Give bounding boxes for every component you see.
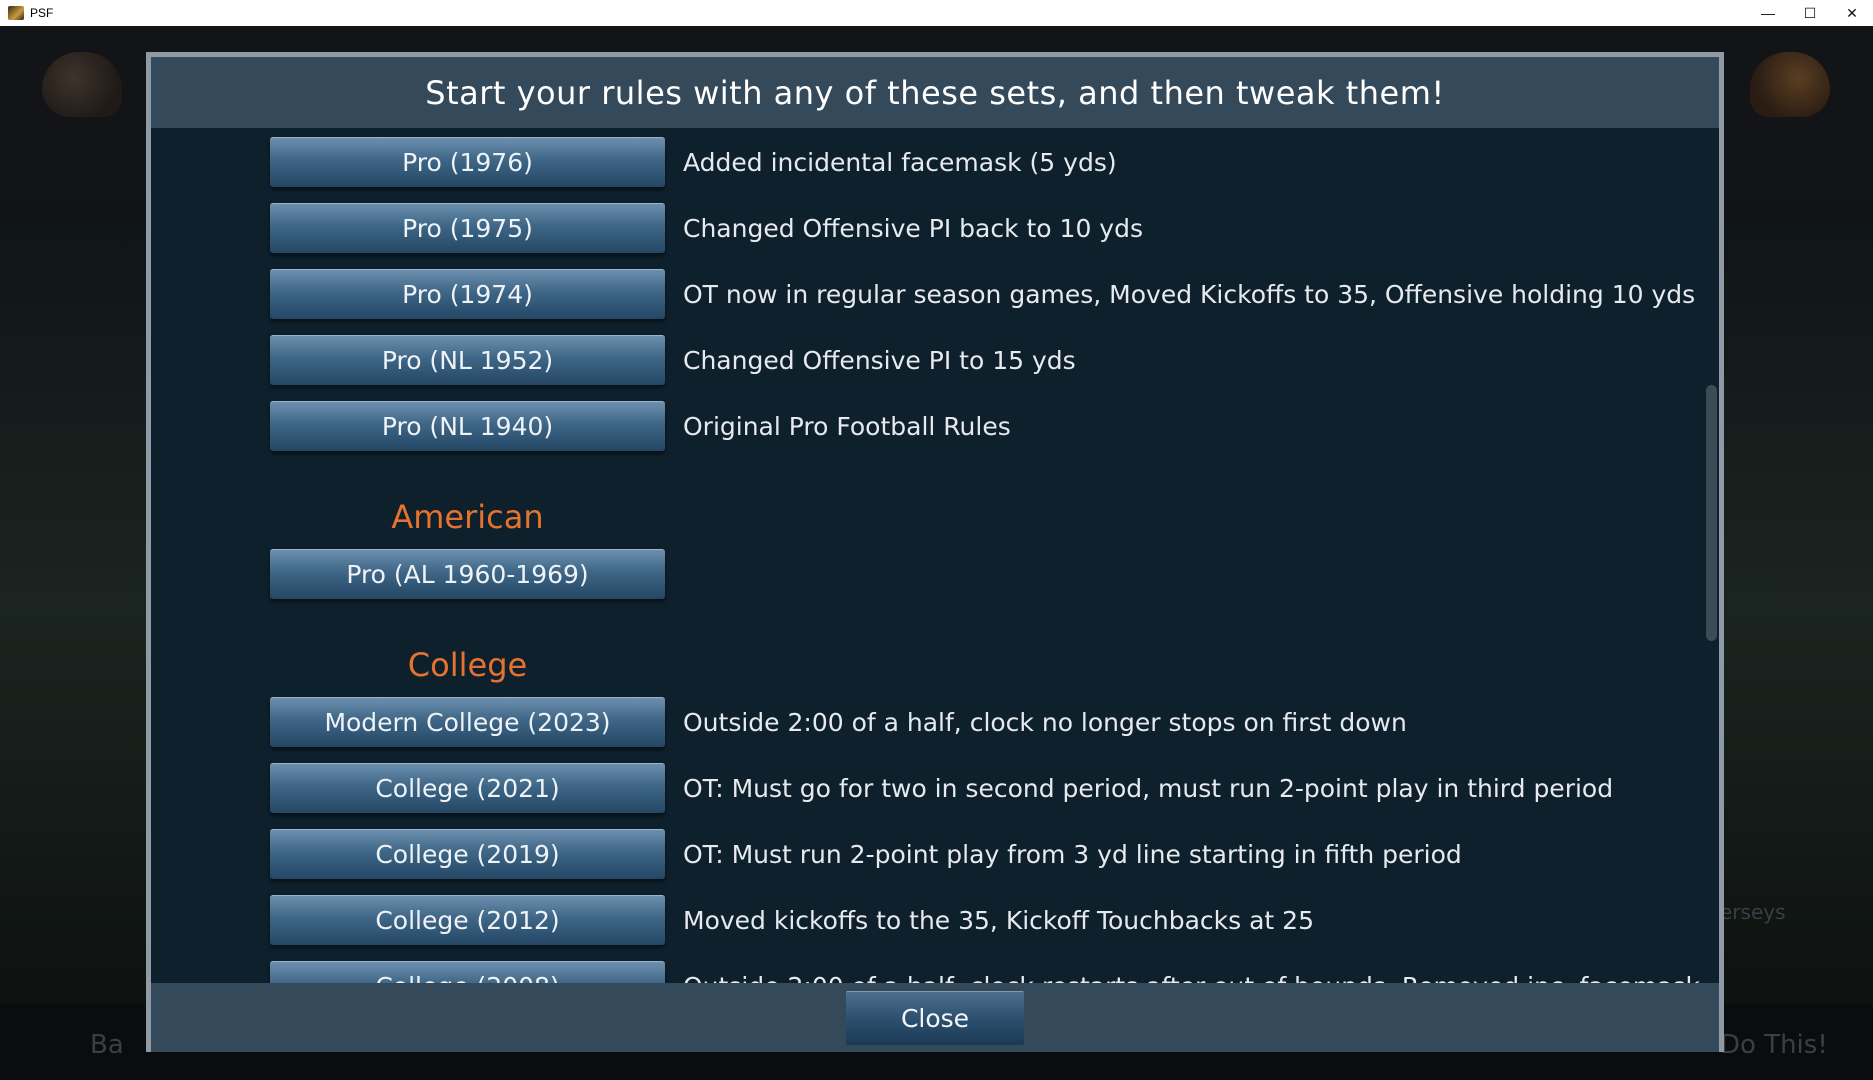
preset-description: Outside 2:00 of a half, clock restarts a… [683, 961, 1700, 984]
dialog-header: Start your rules with any of these sets,… [151, 57, 1719, 128]
maximize-button[interactable]: ☐ [1789, 0, 1831, 26]
preset-description: Added incidental facemask (5 yds) [683, 147, 1117, 177]
home-helmet-icon [42, 52, 122, 117]
preset-description: OT: Must run 2-point play from 3 yd line… [683, 839, 1462, 869]
close-button[interactable]: Close [846, 990, 1024, 1045]
window-titlebar: PSF — ☐ ✕ [0, 0, 1873, 26]
section-heading-college: College [407, 646, 528, 684]
preset-button-pro-1976[interactable]: Pro (1976) [270, 137, 665, 187]
preset-button-modern-college-2023[interactable]: Modern College (2023) [270, 697, 665, 747]
preset-button-pro-al-1960-1969[interactable]: Pro (AL 1960-1969) [270, 549, 665, 599]
preset-button-college-2021[interactable]: College (2021) [270, 763, 665, 813]
preset-description: Original Pro Football Rules [683, 411, 1011, 441]
window-title: PSF [30, 6, 54, 20]
window-controls: — ☐ ✕ [1747, 0, 1873, 26]
preset-button-pro-nl-1952[interactable]: Pro (NL 1952) [270, 335, 665, 385]
section-heading-american: American [391, 498, 544, 536]
rules-preset-dialog: Start your rules with any of these sets,… [146, 52, 1724, 1052]
app-icon [8, 6, 24, 20]
dialog-title: Start your rules with any of these sets,… [425, 73, 1445, 112]
preset-button-college-2019[interactable]: College (2019) [270, 829, 665, 879]
preset-button-pro-nl-1940[interactable]: Pro (NL 1940) [270, 401, 665, 451]
preset-description: Outside 2:00 of a half, clock no longer … [683, 707, 1407, 737]
away-helmet-icon [1750, 52, 1830, 117]
background-jerseys-label: erseys [1720, 900, 1786, 924]
preset-description: Changed Offensive PI to 15 yds [683, 345, 1076, 375]
preset-button-college-2012[interactable]: College (2012) [270, 895, 665, 945]
preset-description: Changed Offensive PI back to 10 yds [683, 213, 1143, 243]
minimize-button[interactable]: — [1747, 0, 1789, 26]
preset-button-pro-1974[interactable]: Pro (1974) [270, 269, 665, 319]
background-back-label: Ba [90, 1030, 124, 1060]
dialog-body: Pro (1976) Added incidental facemask (5 … [151, 128, 1719, 983]
background-action-label: Do This! [1720, 1030, 1828, 1060]
preset-button-college-2008[interactable]: College (2008) [270, 961, 665, 983]
close-window-button[interactable]: ✕ [1831, 0, 1873, 26]
preset-description: OT: Must go for two in second period, mu… [683, 773, 1614, 803]
preset-description: OT now in regular season games, Moved Ki… [683, 279, 1696, 309]
preset-description: Moved kickoffs to the 35, Kickoff Touchb… [683, 905, 1314, 935]
dialog-scrollbar-thumb[interactable] [1706, 384, 1717, 641]
preset-button-pro-1975[interactable]: Pro (1975) [270, 203, 665, 253]
dialog-footer: Close [151, 983, 1719, 1052]
